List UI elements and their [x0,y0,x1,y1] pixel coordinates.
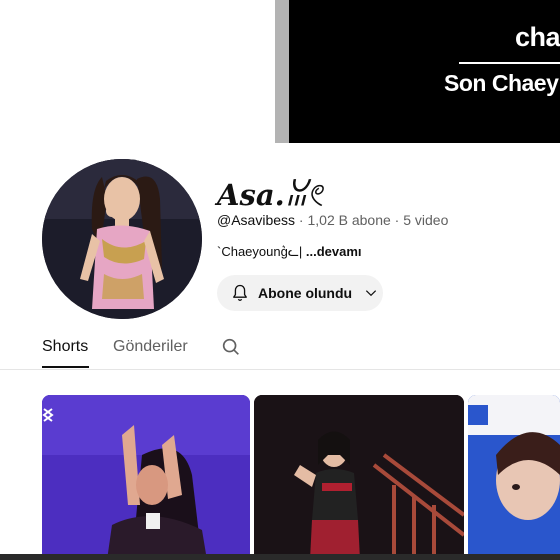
video-count: 5 video [403,212,449,228]
channel-banner: cha Son Chaey [289,0,560,143]
channel-meta: @Asavibess · 1,02 B abone · 5 video [217,212,448,228]
more-link[interactable]: ...devamı [306,244,362,259]
meta-separator: · [394,212,400,228]
subscribed-label: Abone olundu [258,285,353,301]
short-thumbnail[interactable] [254,395,464,560]
active-tab-indicator [42,366,89,368]
meta-separator: · [298,212,304,228]
tabs-divider [0,369,560,370]
short-image [468,395,560,560]
avatar-image [42,159,202,319]
channel-name: Asa.ꈍ𓏲 [217,178,323,212]
channel-description[interactable]: `Chaeyoung͛ᓚ| ...devamı [217,244,362,260]
short-thumbnail[interactable] [42,395,250,560]
short-thumbnail[interactable] [468,395,560,560]
bell-icon [233,284,247,301]
short-image [42,395,250,560]
subscribed-button[interactable]: Abone olundu [217,275,383,311]
chevron-down-icon [366,290,377,297]
channel-handle: @Asavibess [217,212,296,228]
tab-shorts[interactable]: Shorts [42,338,88,356]
short-image [254,395,464,560]
bottom-bar [0,554,560,560]
banner-title: cha [515,22,560,52]
description-text: `Chaeyoung͛ᓚ| [217,244,303,259]
tab-posts[interactable]: Gönderiler [113,338,188,356]
channel-avatar[interactable] [42,159,202,319]
banner-subtitle: Son Chaey [444,70,559,96]
subscriber-count: 1,02 B abone [307,212,391,228]
search-icon[interactable] [220,336,242,358]
banner-divider [459,62,560,64]
banner-edge [275,0,289,143]
